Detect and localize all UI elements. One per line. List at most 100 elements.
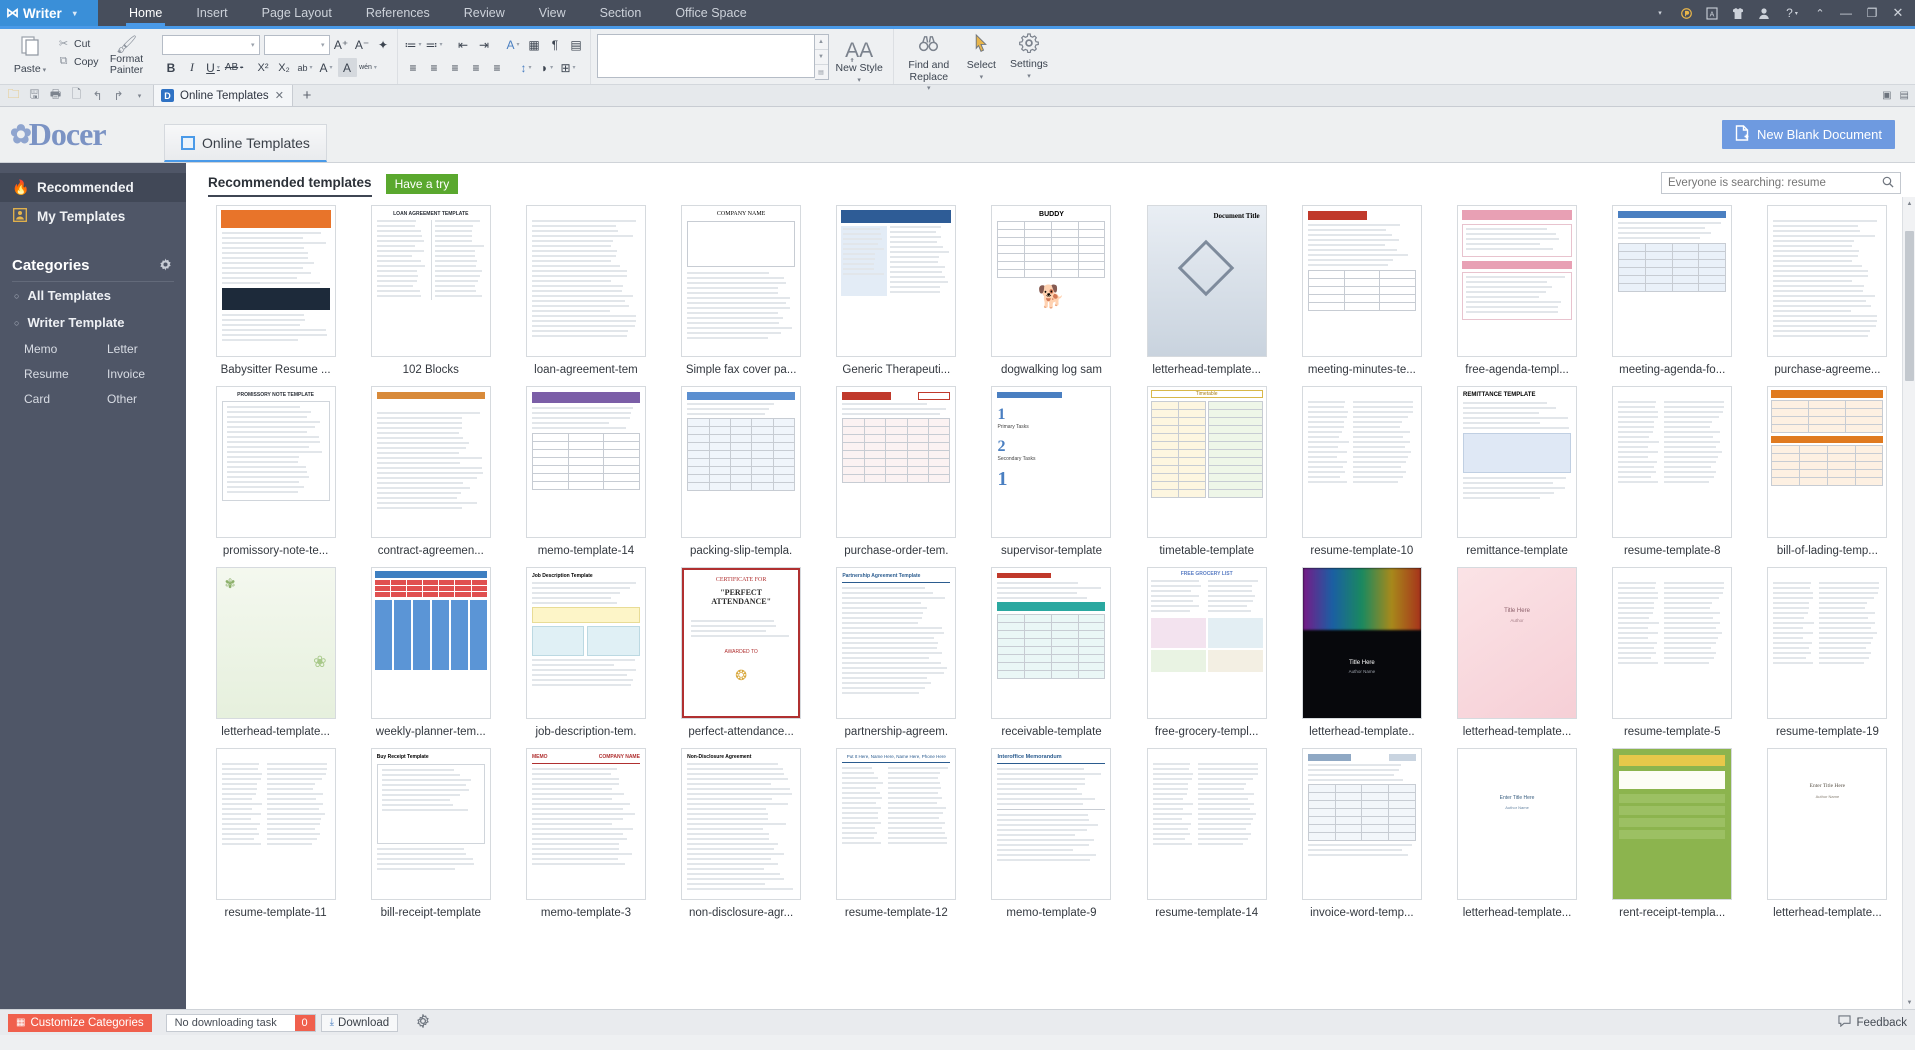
borders-icon[interactable]: ⊞ bbox=[559, 58, 578, 77]
select-button[interactable]: Select ▾ bbox=[960, 29, 1003, 83]
clear-formatting-icon[interactable]: ✦ bbox=[374, 35, 393, 54]
split-view-icon[interactable]: ▣ bbox=[1882, 90, 1891, 101]
template-thumbnail[interactable]: Enter Title Here Author Name bbox=[1457, 748, 1577, 900]
template-thumbnail[interactable] bbox=[1612, 205, 1732, 357]
subcategory-resume[interactable]: Resume bbox=[24, 367, 103, 381]
template-thumbnail[interactable]: COMPANY NAME bbox=[681, 205, 801, 357]
phonetic-guide-icon[interactable]: wén bbox=[359, 58, 378, 77]
line-spacing-icon[interactable]: ↕ bbox=[517, 58, 536, 77]
template-card[interactable]: Non-Disclosure Agreement non-disclosure-a… bbox=[666, 748, 817, 929]
template-card[interactable]: purchase-order-tem. bbox=[821, 386, 972, 567]
font-color-icon[interactable]: A bbox=[317, 58, 336, 77]
tab-home[interactable]: Home bbox=[112, 0, 179, 26]
subcategory-letter[interactable]: Letter bbox=[107, 342, 186, 356]
template-thumbnail[interactable]: FREE GROCERY LIST bbox=[1147, 567, 1267, 719]
templates-scroll-area[interactable]: Babysitter Resume ... LOAN AGREEMENT TEMP… bbox=[186, 197, 1915, 1009]
template-card[interactable]: ✾ ❀ letterhead-template... bbox=[200, 567, 351, 748]
template-card[interactable]: Job Description Template job-description-… bbox=[510, 567, 661, 748]
align-center-icon[interactable]: ≡ bbox=[425, 58, 444, 77]
template-card[interactable]: purchase-agreeme... bbox=[1752, 205, 1903, 386]
table-grid-icon[interactable]: ▦ bbox=[525, 35, 544, 54]
have-a-try-badge[interactable]: Have a try bbox=[386, 174, 459, 194]
shrink-font-icon[interactable]: A⁻ bbox=[353, 35, 372, 54]
template-thumbnail[interactable] bbox=[1302, 205, 1422, 357]
style-gallery-scroll[interactable]: ▲ ▼ ▤ bbox=[815, 34, 829, 80]
template-card[interactable]: resume-template-19 bbox=[1752, 567, 1903, 748]
new-tab-button[interactable]: + bbox=[293, 85, 321, 106]
template-card[interactable]: Timetable timetable-template bbox=[1131, 386, 1282, 567]
template-thumbnail[interactable] bbox=[1612, 567, 1732, 719]
redo-icon[interactable]: ↱ bbox=[111, 89, 126, 103]
help-icon[interactable]: ? ▾ bbox=[1777, 0, 1807, 26]
feedback-button[interactable]: Feedback bbox=[1838, 1015, 1907, 1030]
paste-button[interactable]: Paste ▾ bbox=[8, 32, 52, 75]
select-caret-icon[interactable]: ▾ bbox=[980, 72, 984, 84]
template-card[interactable]: Document Title letterhead-template... bbox=[1131, 205, 1282, 386]
print-preview-icon[interactable]: 🗋 bbox=[69, 85, 84, 106]
template-card[interactable]: rent-receipt-templa... bbox=[1597, 748, 1748, 929]
subcategory-other[interactable]: Other bbox=[107, 392, 186, 406]
search-icon[interactable] bbox=[1882, 176, 1894, 191]
template-thumbnail[interactable] bbox=[1612, 748, 1732, 900]
text-highlight-icon[interactable]: ab bbox=[296, 58, 315, 77]
template-thumbnail[interactable]: REMITTANCE TEMPLATE bbox=[1457, 386, 1577, 538]
tab-section[interactable]: Section bbox=[583, 0, 659, 26]
subcategory-card[interactable]: Card bbox=[24, 392, 103, 406]
new-style-button[interactable]: A͎A New Style ▾ bbox=[829, 34, 890, 86]
template-thumbnail[interactable]: PROMISSORY NOTE TEMPLATE bbox=[216, 386, 336, 538]
customize-qat-icon[interactable]: ▾ bbox=[132, 92, 147, 100]
template-card[interactable]: packing-slip-templa. bbox=[666, 386, 817, 567]
status-settings-gear-icon[interactable] bbox=[416, 1014, 430, 1031]
template-thumbnail[interactable] bbox=[1147, 748, 1267, 900]
style-gallery-expand-icon[interactable]: ▤ bbox=[815, 65, 828, 79]
style-scroll-up-icon[interactable]: ▲ bbox=[815, 35, 828, 50]
template-thumbnail[interactable] bbox=[836, 205, 956, 357]
template-card[interactable]: bill-of-lading-temp... bbox=[1752, 386, 1903, 567]
search-box[interactable] bbox=[1661, 172, 1901, 194]
template-card[interactable]: Interoffice Memorandum memo-template-9 bbox=[976, 748, 1127, 929]
template-thumbnail[interactable] bbox=[1767, 205, 1887, 357]
template-thumbnail[interactable] bbox=[1457, 205, 1577, 357]
align-left-icon[interactable]: ≡ bbox=[404, 58, 423, 77]
template-thumbnail[interactable]: Put It Here, Name Here, Name Here, Phone… bbox=[836, 748, 956, 900]
find-replace-button[interactable]: Find and Replace ▾ bbox=[898, 29, 960, 95]
template-thumbnail[interactable] bbox=[1612, 386, 1732, 538]
tab-references[interactable]: References bbox=[349, 0, 447, 26]
align-right-icon[interactable]: ≡ bbox=[446, 58, 465, 77]
decrease-indent-icon[interactable]: ⇤ bbox=[454, 35, 473, 54]
template-card[interactable]: MEMO COMPANY NAME memo-template-3 bbox=[510, 748, 661, 929]
style-gallery[interactable] bbox=[597, 34, 815, 78]
template-card[interactable]: CERTIFICATE FOR "PERFECT ATTENDANCE" AWARD… bbox=[666, 567, 817, 748]
template-card[interactable]: 1 Primary Tasks 2 Secondary Tasks 1 superviso… bbox=[976, 386, 1127, 567]
template-thumbnail[interactable]: Interoffice Memorandum bbox=[991, 748, 1111, 900]
template-thumbnail[interactable] bbox=[836, 386, 956, 538]
template-card[interactable]: Enter Title HereAuthor Name❁❁letterhead-… bbox=[1752, 748, 1903, 929]
template-card[interactable]: Title Here Author Name letterhead-template… bbox=[1286, 567, 1437, 748]
sidebar-category-all-templates[interactable]: ○ All Templates bbox=[0, 282, 186, 309]
template-card[interactable]: receivable-template bbox=[976, 567, 1127, 748]
template-card[interactable]: Title Here Author letterhead-template... bbox=[1441, 567, 1592, 748]
wps-cloud-icon[interactable] bbox=[1673, 0, 1699, 26]
document-panel-icon[interactable]: ▤ bbox=[567, 35, 586, 54]
template-card[interactable]: Partnership Agreement Template partnershi… bbox=[821, 567, 972, 748]
template-card[interactable]: contract-agreemen... bbox=[355, 386, 506, 567]
save-icon[interactable]: 🖫 bbox=[27, 85, 42, 106]
cut-button[interactable]: ✂ Cut bbox=[54, 36, 102, 51]
document-a-icon[interactable]: A bbox=[1699, 0, 1725, 26]
italic-icon[interactable]: I bbox=[183, 58, 202, 77]
document-tab-online-templates[interactable]: D Online Templates ✕ bbox=[153, 85, 293, 106]
template-thumbnail[interactable]: Title Here Author bbox=[1457, 567, 1577, 719]
template-thumbnail[interactable] bbox=[1302, 386, 1422, 538]
template-thumbnail[interactable] bbox=[681, 386, 801, 538]
print-icon[interactable]: 🖶 bbox=[48, 85, 63, 106]
new-blank-document-button[interactable]: New Blank Document bbox=[1722, 120, 1895, 149]
chevron-down-icon[interactable]: ▾ bbox=[251, 41, 257, 49]
chevron-down-icon[interactable]: ▾ bbox=[321, 41, 327, 49]
increase-indent-icon[interactable]: ⇥ bbox=[475, 35, 494, 54]
vertical-scrollbar[interactable]: ▲ ▼ bbox=[1902, 197, 1915, 1009]
template-thumbnail[interactable] bbox=[526, 205, 646, 357]
collapse-ribbon-icon[interactable]: ⌃ bbox=[1807, 0, 1833, 26]
template-card[interactable]: resume-template-8 bbox=[1597, 386, 1748, 567]
tab-view[interactable]: View bbox=[522, 0, 583, 26]
close-tab-icon[interactable]: ✕ bbox=[275, 89, 284, 102]
